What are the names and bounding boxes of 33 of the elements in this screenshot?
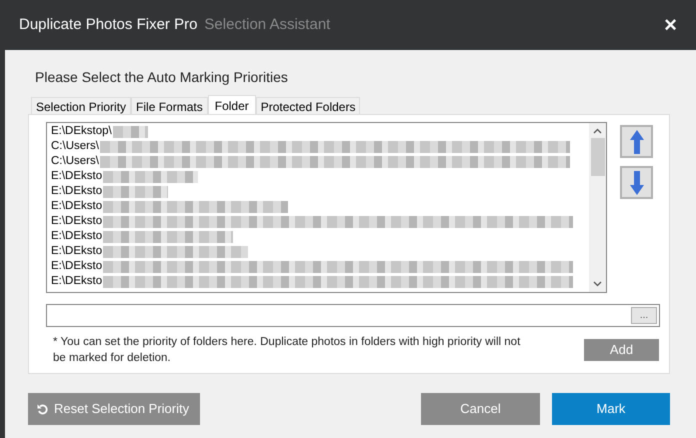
tab[interactable]: File Formats bbox=[131, 97, 208, 114]
undo-icon bbox=[37, 404, 48, 414]
scrollbar[interactable] bbox=[589, 123, 606, 292]
folder-path[interactable]: E:\DEksto bbox=[51, 214, 102, 229]
folder-list[interactable]: E:\DEkstop\ C:\Users\ C:\Users\ E:\DEksto E:\DEksto E:\DEksto E:\DEksto E:\DEksto E:\DEksto E:\DEksto E:\DEksto bbox=[46, 122, 607, 293]
folder-path[interactable]: E:\DEksto bbox=[51, 229, 102, 244]
scroll-thumb[interactable] bbox=[590, 138, 604, 176]
help-note: * You can set the priority of folders here. Duplicate photos in folders with high priority will not be marked for deletion. bbox=[53, 335, 522, 366]
window-subtitle: Selection Assistant bbox=[204, 14, 330, 35]
move-down-button[interactable] bbox=[620, 166, 653, 199]
mark-button[interactable]: Mark bbox=[552, 393, 670, 425]
tab[interactable]: Folder bbox=[208, 95, 256, 115]
browse-button[interactable]: ... bbox=[631, 307, 657, 324]
folder-path[interactable]: E:\DEksto bbox=[51, 244, 102, 259]
close-button[interactable]: × bbox=[664, 14, 677, 36]
tab[interactable]: Protected Folders bbox=[256, 97, 360, 114]
scroll-up-icon[interactable] bbox=[593, 128, 602, 134]
folder-path[interactable]: E:\DEksto bbox=[51, 274, 102, 289]
folder-path-field[interactable]: ... bbox=[46, 304, 660, 327]
dialog-heading: Please Select the Auto Marking Priorities bbox=[34, 68, 289, 87]
up-arrow-icon bbox=[630, 130, 644, 154]
folder-path[interactable]: E:\DEksto bbox=[51, 259, 102, 274]
down-arrow-icon bbox=[630, 170, 644, 194]
folder-path[interactable]: C:\Users\ bbox=[51, 139, 99, 154]
scroll-down-icon[interactable] bbox=[593, 281, 602, 287]
folder-path[interactable]: E:\DEksto bbox=[51, 169, 102, 184]
folder-path[interactable]: E:\DEksto bbox=[51, 199, 102, 214]
window-title: Duplicate Photos Fixer Pro bbox=[19, 14, 198, 35]
folder-path[interactable]: E:\DEkstop\ bbox=[51, 124, 112, 139]
tab[interactable]: Selection Priority bbox=[31, 97, 132, 114]
folder-path[interactable]: E:\DEksto bbox=[51, 184, 102, 199]
folder-path[interactable]: C:\Users\ bbox=[51, 154, 99, 169]
move-up-button[interactable] bbox=[620, 125, 653, 158]
